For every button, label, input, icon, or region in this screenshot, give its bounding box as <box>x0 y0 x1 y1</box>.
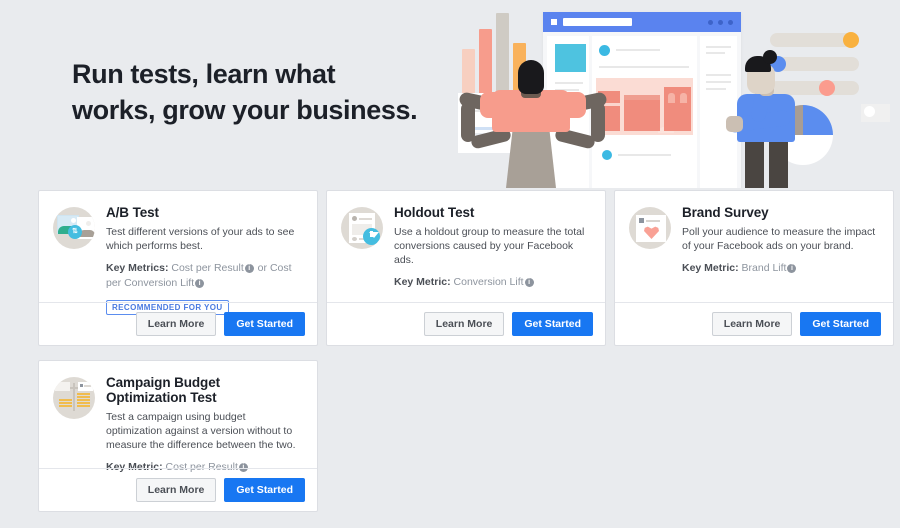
info-icon[interactable]: i <box>244 264 254 273</box>
card-holdout-test[interactable]: Holdout Test Use a holdout group to meas… <box>326 190 606 346</box>
card-body: Campaign Budget Optimization Test Test a… <box>39 361 317 485</box>
experiments-page: Run tests, learn what works, grow your b… <box>0 0 900 528</box>
illustration-person-left <box>458 60 608 188</box>
metric-value-1: Conversion Lift <box>453 276 524 288</box>
illustration-slider-knob-1 <box>843 32 859 48</box>
metric-value-1: Cost per Result <box>171 262 244 274</box>
card-brand-survey[interactable]: Brand Survey Poll your audience to measu… <box>614 190 894 346</box>
page-title: Run tests, learn what works, grow your b… <box>72 59 418 125</box>
hero-illustration <box>440 0 900 188</box>
card-description: Test different versions of your ads to s… <box>106 226 295 252</box>
info-icon[interactable]: i <box>524 278 534 287</box>
holdout-feed-arrow-icon <box>341 207 383 249</box>
metric-label: Key Metric: <box>682 262 739 274</box>
card-text: Brand Survey Poll your audience to measu… <box>682 205 879 276</box>
card-title: Holdout Test <box>394 205 475 220</box>
card-metrics: Key Metric: Conversion Lift i <box>394 275 591 290</box>
metric-value-1: Brand Lift <box>741 262 787 274</box>
metric-label: Key Metrics: <box>106 262 169 274</box>
card-footer: Learn More Get Started <box>327 302 605 345</box>
card-text: Holdout Test Use a holdout group to meas… <box>394 205 591 290</box>
illustration-person-right <box>715 50 835 188</box>
card-description: Poll your audience to measure the impact… <box>682 226 876 252</box>
ab-split-image-icon: ⇅ <box>53 207 95 249</box>
card-text: A/B Test Test different versions of your… <box>106 205 303 315</box>
get-started-button[interactable]: Get Started <box>224 478 305 502</box>
learn-more-button[interactable]: Learn More <box>423 312 505 336</box>
budget-scale-coins-icon <box>53 377 95 419</box>
brand-heart-post-icon <box>629 207 671 249</box>
card-description: Test a campaign using budget optimizatio… <box>106 411 296 451</box>
info-icon[interactable]: i <box>787 264 797 273</box>
card-ab-test[interactable]: ⇅ A/B Test Test different versions of yo… <box>38 190 318 346</box>
card-cbo-test[interactable]: Campaign Budget Optimization Test Test a… <box>38 360 318 512</box>
card-metrics: Key Metric: Brand Lift i <box>682 261 879 276</box>
card-title: Brand Survey <box>682 205 769 220</box>
card-footer: Learn More Get Started <box>39 302 317 345</box>
get-started-button[interactable]: Get Started <box>800 312 881 336</box>
browser-title-bar <box>543 12 741 32</box>
card-body: Holdout Test Use a holdout group to meas… <box>327 191 605 300</box>
get-started-button[interactable]: Get Started <box>512 312 593 336</box>
card-text: Campaign Budget Optimization Test Test a… <box>106 375 303 475</box>
learn-more-button[interactable]: Learn More <box>135 312 217 336</box>
info-icon[interactable]: i <box>195 279 205 288</box>
learn-more-button[interactable]: Learn More <box>135 478 217 502</box>
card-title: A/B Test <box>106 205 159 220</box>
card-title: Campaign Budget Optimization Test <box>106 375 221 405</box>
card-footer: Learn More Get Started <box>615 302 893 345</box>
metric-conjunction: or <box>257 262 268 274</box>
card-description: Use a holdout group to measure the total… <box>394 226 585 266</box>
card-metrics: Key Metrics: Cost per Result i or Cost pe… <box>106 261 303 291</box>
metric-label: Key Metric: <box>394 276 451 288</box>
learn-more-button[interactable]: Learn More <box>711 312 793 336</box>
get-started-button[interactable]: Get Started <box>224 312 305 336</box>
hero-section: Run tests, learn what works, grow your b… <box>0 0 900 188</box>
card-body: Brand Survey Poll your audience to measu… <box>615 191 893 286</box>
card-footer: Learn More Get Started <box>39 468 317 511</box>
illustration-video-creative <box>596 78 693 135</box>
